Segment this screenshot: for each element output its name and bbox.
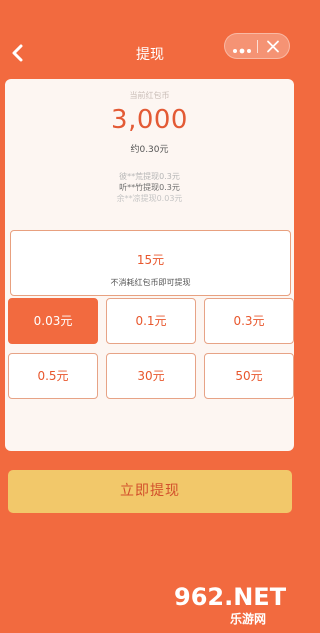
close-button[interactable]: [265, 39, 281, 54]
free-withdraw-option[interactable]: 15元 不消耗红包币即可提现: [10, 230, 291, 296]
ticker-item: 彼**荒提现0.3元: [119, 172, 180, 181]
capsule-divider: [257, 40, 258, 53]
amount-option-0-1[interactable]: 0.1元: [106, 298, 196, 344]
amount-option-0-3[interactable]: 0.3元: [204, 298, 294, 344]
balance-approx: 约0.30元: [130, 145, 169, 155]
withdraw-card: 当前红包币 3,000 约0.30元 彼**荒提现0.3元 听**竹提现0.3元…: [5, 79, 294, 451]
ticker-item: 余**凉提现0.03元: [116, 194, 183, 203]
amount-option-0-03[interactable]: 0.03元: [8, 298, 98, 344]
ticker-item: 听**竹提现0.3元: [119, 183, 180, 192]
amount-option-30[interactable]: 30元: [106, 353, 196, 399]
balance-amount: 3,000: [111, 105, 188, 135]
amount-option-0-5[interactable]: 0.5元: [8, 353, 98, 399]
withdraw-ticker: 彼**荒提现0.3元 听**竹提现0.3元 余**凉提现0.03元: [5, 171, 294, 204]
top-bar: 提现: [0, 0, 300, 78]
close-icon: [267, 40, 279, 53]
more-dots-icon: [233, 48, 251, 54]
more-button[interactable]: [232, 41, 252, 54]
balance-label: 当前红包币: [129, 91, 170, 100]
withdraw-now-button[interactable]: 立即提现: [8, 470, 292, 513]
amount-option-50[interactable]: 50元: [204, 353, 294, 399]
free-withdraw-amount: 15元: [136, 253, 165, 267]
watermark-subtitle: 乐游网: [230, 612, 267, 626]
site-watermark: 962.NET 乐游网: [160, 583, 296, 631]
free-withdraw-note: 不消耗红包币即可提现: [110, 278, 191, 287]
mini-program-capsule: [224, 33, 290, 59]
watermark-brand: 962.NET: [174, 583, 287, 611]
